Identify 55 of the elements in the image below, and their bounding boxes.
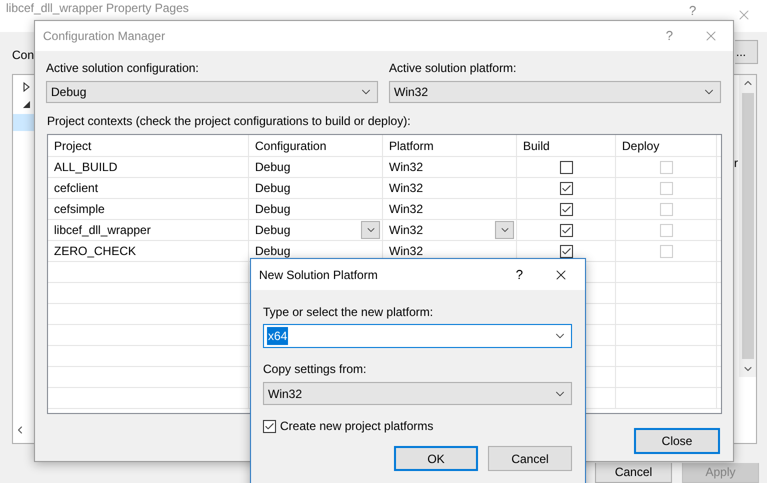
table-cell-text: Debug (255, 243, 290, 260)
column-header[interactable]: Project (48, 135, 249, 156)
collapse-arrow-icon (23, 101, 30, 108)
field-label: Active solution configuration: (46, 60, 200, 77)
configuration-dropdown[interactable]: Debug (46, 81, 378, 103)
dialog-button[interactable]: OK (394, 446, 478, 471)
close-button[interactable]: Close (634, 428, 720, 454)
table-cell-text: Debug (255, 180, 290, 197)
table-cell-text: Win32 (389, 222, 424, 239)
column-header[interactable]: Build (517, 135, 616, 156)
column-header[interactable]: Configuration (249, 135, 383, 156)
table-cell: ZERO_CHECK (48, 241, 249, 261)
window-title: libcef_dll_wrapper Property Pages (6, 2, 189, 14)
field-label: Con (12, 47, 34, 64)
window-title: Configuration Manager (43, 28, 166, 45)
platform-dropdown[interactable]: Win32 (389, 81, 721, 103)
help-button[interactable]: ? (689, 4, 696, 17)
table-cell-text: Win32 (389, 243, 424, 260)
vertical-scrollbar[interactable] (739, 75, 756, 377)
platform-combobox[interactable]: x64 (263, 324, 572, 348)
table-cell: cefsimple (48, 199, 249, 219)
field-label: Active solution platform: (389, 60, 518, 77)
checkbox[interactable] (560, 224, 572, 236)
table-cell-text: Debug (255, 201, 290, 218)
field-label: Copy settings from: (263, 361, 368, 378)
table-cell-text: Win32 (389, 201, 424, 218)
help-button[interactable]: ? (666, 26, 673, 46)
column-header[interactable]: Deploy (616, 135, 717, 156)
dialog-button[interactable]: Cancel (488, 446, 572, 471)
table-cell-text: Win32 (389, 180, 424, 197)
checkbox[interactable] (560, 202, 572, 216)
help-button[interactable]: ? (516, 264, 523, 284)
dropdown-button[interactable] (361, 221, 380, 239)
dropdown-button[interactable] (495, 221, 514, 239)
dialog-button[interactable]: Cancel (595, 463, 672, 483)
column-header[interactable]: Platform (383, 135, 517, 156)
section-label: Project contexts (check the project configurations to build or deploy): (47, 113, 412, 130)
dialog-title: New Solution Platform (259, 266, 378, 284)
checkbox-label: Create new project platforms (280, 418, 434, 435)
partial-label: r (734, 155, 738, 172)
copy-settings-dropdown[interactable]: Win32 (263, 382, 572, 405)
browse-button[interactable]: ... (735, 40, 758, 64)
field-label: Type or select the new platform: (263, 304, 434, 321)
table-cell-text: Debug (255, 159, 290, 176)
checkbox[interactable] (560, 244, 572, 258)
table-cell: cefclient (48, 178, 249, 198)
table-cell-text: Debug (255, 222, 290, 239)
table-cell: ALL_BUILD (48, 157, 249, 177)
checkbox[interactable] (560, 160, 572, 174)
expand-arrow-icon (23, 82, 30, 92)
checkbox[interactable] (263, 420, 276, 432)
selected-tree-row (13, 114, 35, 131)
table-cell-text: Win32 (389, 159, 424, 176)
table-cell: libcef_dll_wrapper (48, 220, 249, 240)
checkbox[interactable] (560, 182, 572, 194)
